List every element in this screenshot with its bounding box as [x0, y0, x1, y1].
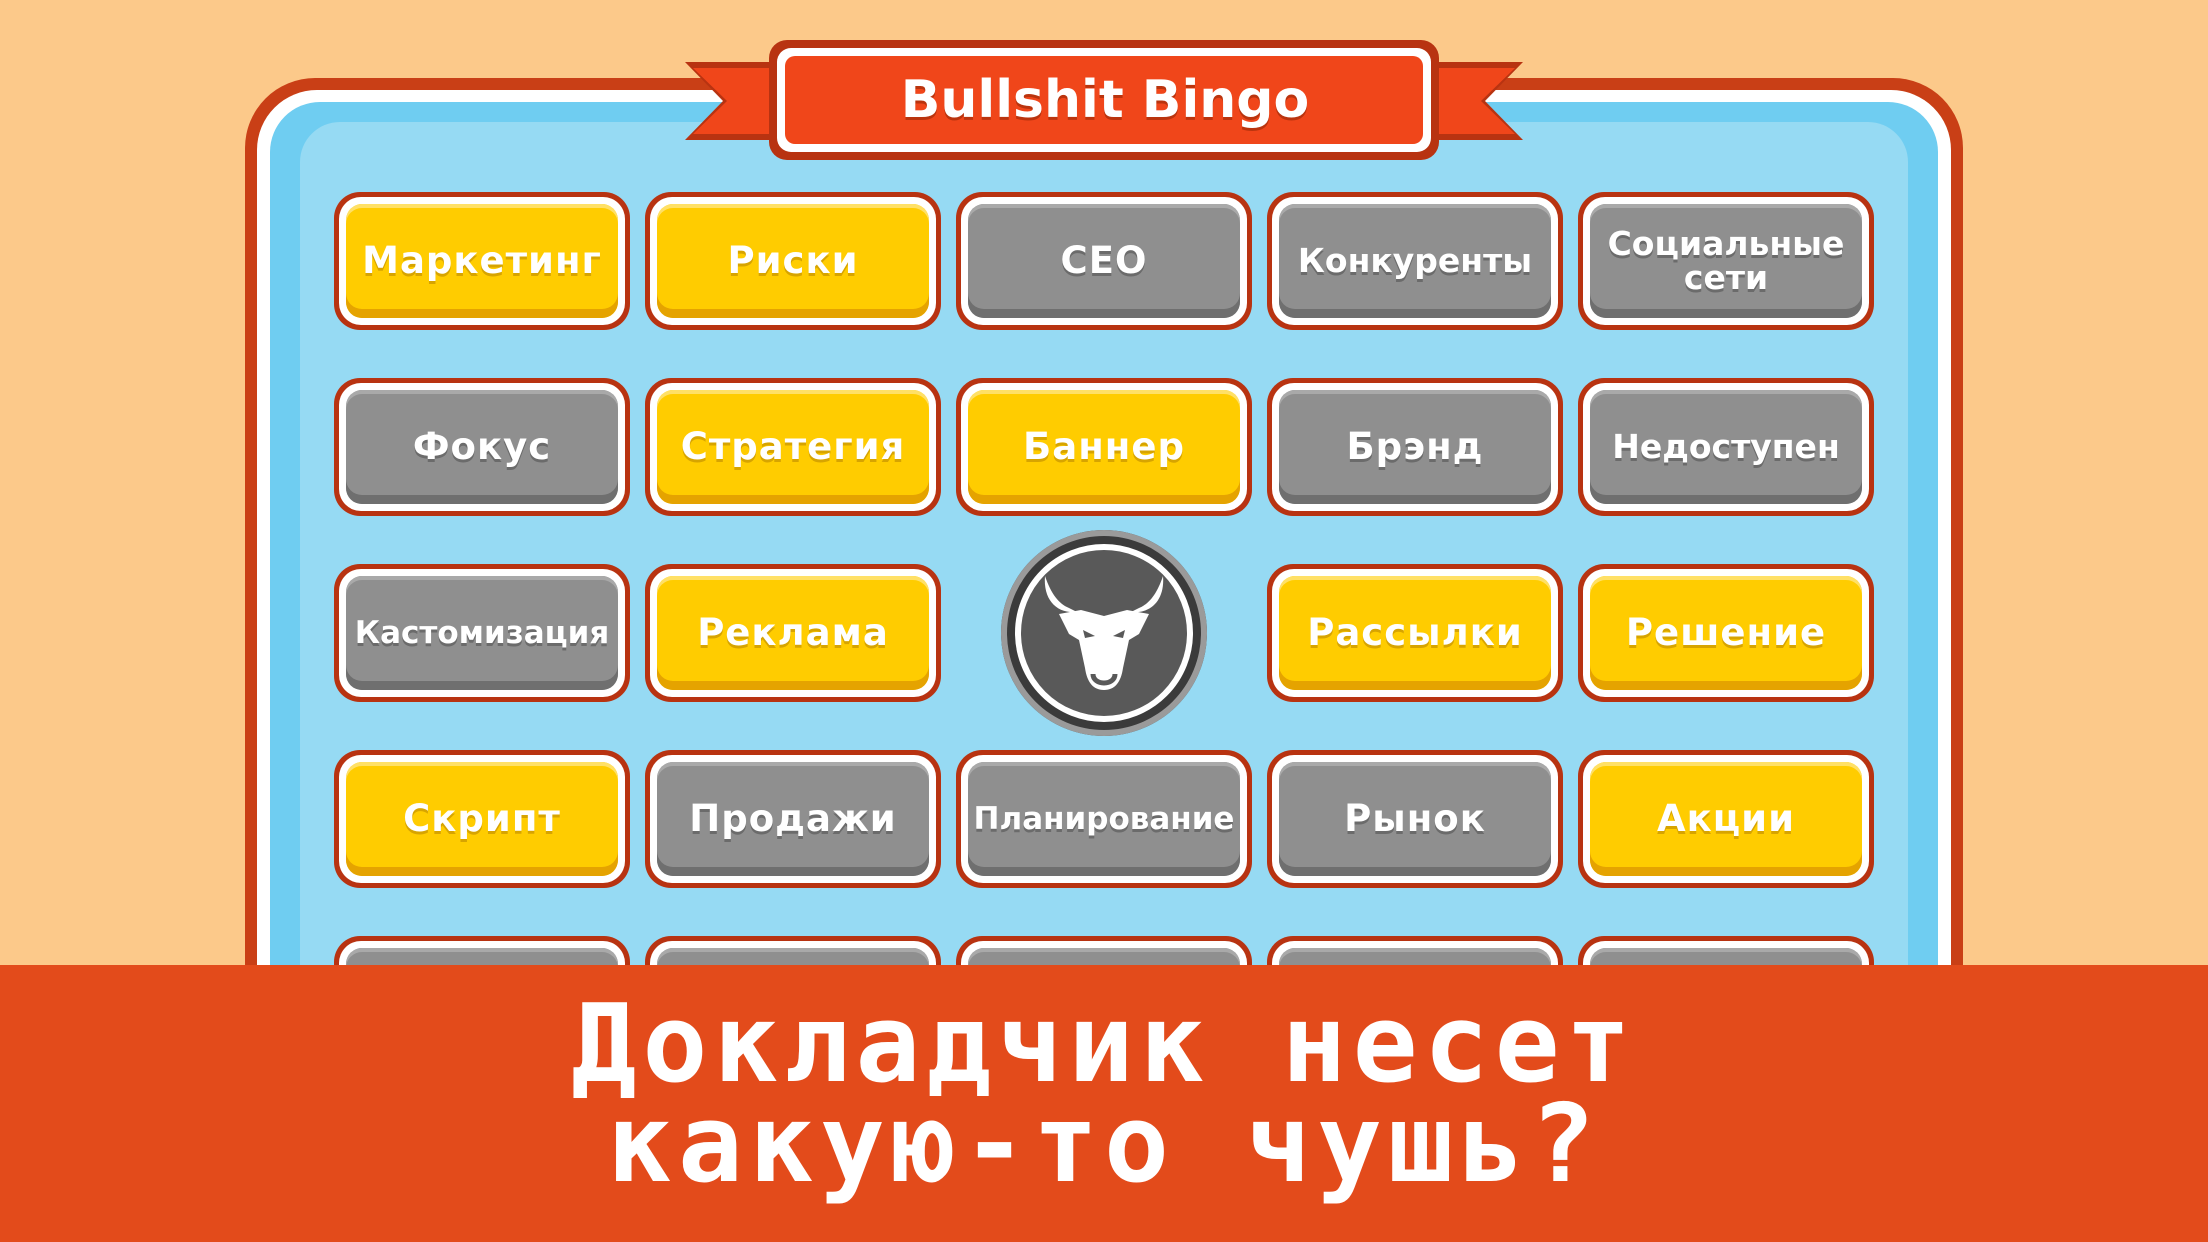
bingo-cell-label: Баннер: [968, 390, 1240, 504]
bingo-cell-label: Маркетинг: [346, 204, 618, 318]
bingo-cell-label: Планирование: [968, 762, 1240, 876]
bingo-cell-label: Решение: [1590, 576, 1862, 690]
bingo-cell-label: Акции: [1590, 762, 1862, 876]
bingo-cell[interactable]: Планирование: [956, 750, 1252, 888]
bingo-cell[interactable]: Реклама: [645, 564, 941, 702]
bingo-cell-label: Брэнд: [1279, 390, 1551, 504]
bingo-cell[interactable]: Маркетинг: [334, 192, 630, 330]
bingo-cell-label: Риски: [657, 204, 929, 318]
bingo-cell[interactable]: Кастомизация: [334, 564, 630, 702]
bull-head-icon: [1044, 576, 1164, 690]
bingo-cell-label: Скрипт: [346, 762, 618, 876]
bingo-cell-label: Рассылки: [1279, 576, 1551, 690]
free-space-badge[interactable]: [1001, 530, 1207, 736]
bingo-cell[interactable]: Стратегия: [645, 378, 941, 516]
bingo-cell[interactable]: Недоступен: [1578, 378, 1874, 516]
bingo-cell[interactable]: Решение: [1578, 564, 1874, 702]
bingo-cell-label: CEO: [968, 204, 1240, 318]
bingo-cell[interactable]: Социальные сети: [1578, 192, 1874, 330]
game-title: Bullshit Bingo: [900, 70, 1310, 130]
bingo-cell[interactable]: CEO: [956, 192, 1252, 330]
bingo-cell[interactable]: Рассылки: [1267, 564, 1563, 702]
bingo-cell[interactable]: Брэнд: [1267, 378, 1563, 516]
bingo-cell-label: Социальные сети: [1590, 204, 1862, 318]
bingo-cell[interactable]: Баннер: [956, 378, 1252, 516]
bingo-cell[interactable]: Риски: [645, 192, 941, 330]
bingo-cell[interactable]: Конкуренты: [1267, 192, 1563, 330]
bingo-cell-label: Продажи: [657, 762, 929, 876]
bingo-cell-label: Реклама: [657, 576, 929, 690]
caption-line-2: какую-то чушь?: [606, 1082, 1602, 1207]
bingo-cell[interactable]: Фокус: [334, 378, 630, 516]
caption-line-1: Докладчик несет: [571, 982, 1637, 1107]
caption-text: Докладчик несет какую-то чушь?: [0, 982, 2208, 1207]
bingo-cell[interactable]: Скрипт: [334, 750, 630, 888]
bingo-cell-label: Недоступен: [1590, 390, 1862, 504]
bingo-cell[interactable]: Рынок: [1267, 750, 1563, 888]
bingo-cell-label: Кастомизация: [346, 576, 618, 690]
bingo-cell[interactable]: Акции: [1578, 750, 1874, 888]
bingo-cell[interactable]: Продажи: [645, 750, 941, 888]
bingo-cell-label: Фокус: [346, 390, 618, 504]
bingo-cell-label: Конкуренты: [1279, 204, 1551, 318]
bingo-cell-label: Стратегия: [657, 390, 929, 504]
bingo-cell-label: Рынок: [1279, 762, 1551, 876]
